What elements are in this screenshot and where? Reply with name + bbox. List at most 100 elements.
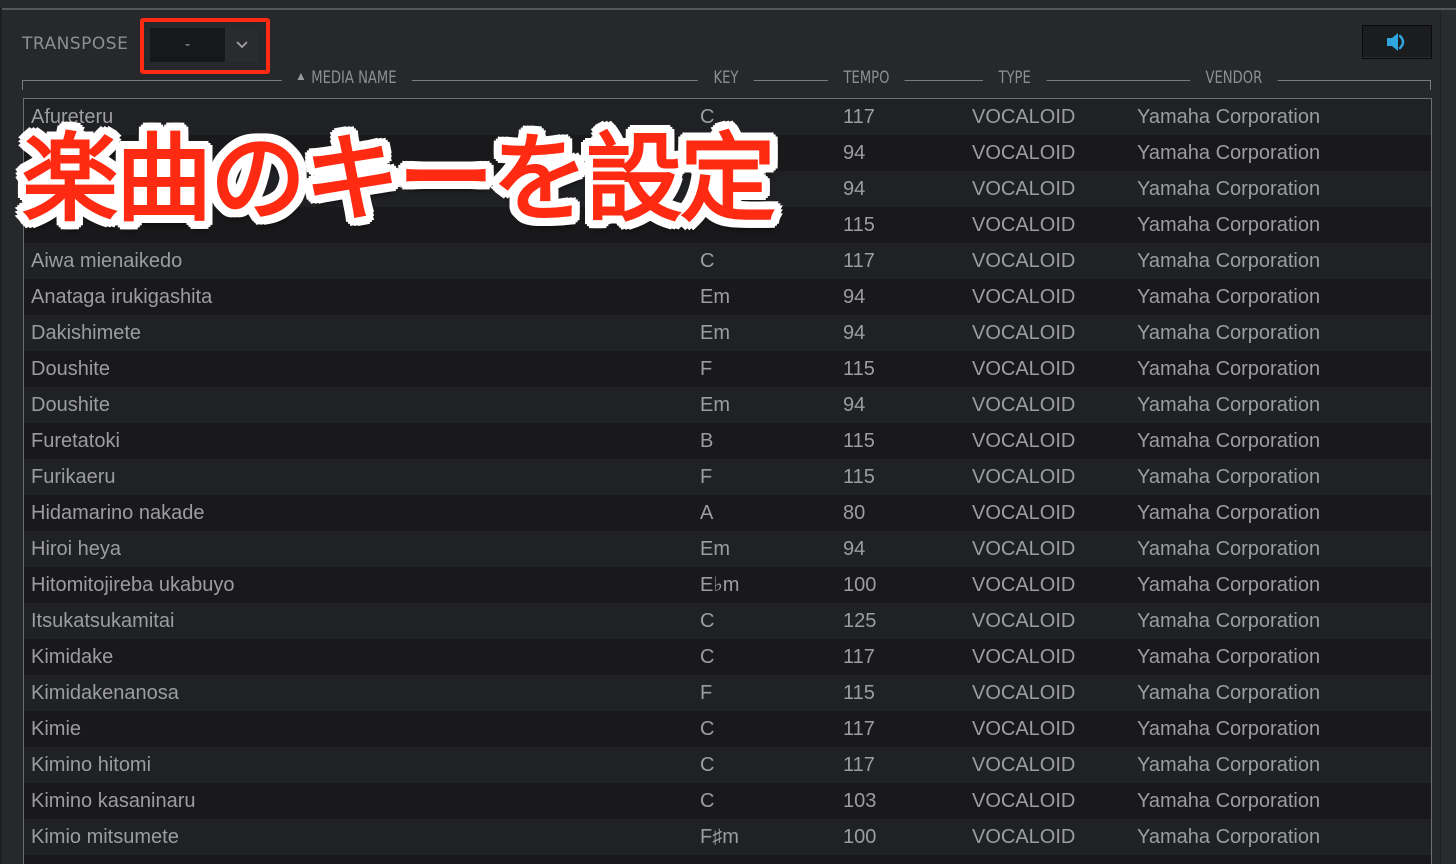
cell-vendor: Yamaha Corporation (1137, 430, 1321, 452)
table-row[interactable]: Dakishimete Em 94 VOCALOID Yamaha Corporatio… (24, 315, 1431, 351)
media-table: Afureteru C 117 VOCALOID Yamaha Corporation 9… (23, 98, 1432, 864)
cell-type: VOCALOID (972, 574, 1076, 596)
cell-tempo: 115 (843, 430, 875, 452)
table-row[interactable]: Hidamarino nakade A 80 VOCALOID Yamaha Corpo… (24, 495, 1431, 531)
cell-name: Hidamarino nakade (31, 502, 205, 524)
cell-key: F (700, 358, 713, 380)
table-row[interactable]: Afureteru C 117 VOCALOID Yamaha Corporation (24, 99, 1431, 135)
cell-vendor: Yamaha Corporation (1137, 502, 1321, 524)
column-header-key[interactable]: KEY (698, 66, 754, 90)
cell-tempo: 115 (843, 682, 875, 704)
cell-type: VOCALOID (972, 646, 1076, 668)
cell-name: Furikaeru (31, 466, 116, 488)
cell-tempo: 100 (843, 826, 877, 848)
cell-name: Kimie (31, 718, 82, 740)
table-row[interactable]: Kimie C 117 VOCALOID Yamaha Corporation (24, 711, 1431, 747)
cell-name: Kimio mitsumete (31, 826, 179, 848)
cell-key: E (700, 178, 714, 200)
cell-key: Em (700, 394, 730, 416)
table-row[interactable]: 94 VOCALOID Yamaha Corporation (24, 135, 1431, 171)
cell-name: Hitomitojireba ukabuyo (31, 574, 235, 596)
cell-tempo: 103 (843, 790, 877, 812)
column-header-vendor-label: VENDOR (1205, 68, 1263, 88)
cell-tempo: 117 (843, 718, 875, 740)
cell-name: Kimidake (31, 646, 114, 668)
table-row[interactable]: Doushite Em 94 VOCALOID Yamaha Corporation (24, 387, 1431, 423)
table-row[interactable]: Furetatoki B 115 VOCALOID Yamaha Corporation (24, 423, 1431, 459)
cell-tempo: 100 (843, 574, 877, 596)
transpose-label: TRANSPOSE (22, 34, 129, 54)
cell-key: Em (700, 538, 730, 560)
column-header-type[interactable]: TYPE (983, 66, 1047, 90)
cell-tempo: 94 (843, 394, 866, 416)
cell-tempo: 117 (843, 250, 875, 272)
table-row[interactable]: Aiwa mienaikedo C 117 VOCALOID Yamaha Corpor… (24, 243, 1431, 279)
cell-key: C (700, 250, 715, 272)
table-row[interactable]: E 94 VOCALOID Yamaha Corporation (24, 171, 1431, 207)
cell-type: VOCALOID (972, 790, 1076, 812)
cell-key: A (700, 502, 714, 524)
cell-vendor: Yamaha Corporation (1137, 790, 1321, 812)
cell-vendor: Yamaha Corporation (1137, 682, 1321, 704)
cell-key: E♭m (700, 574, 740, 596)
cell-key: C (700, 646, 715, 668)
cell-tempo: 125 (843, 610, 877, 632)
cell-type: VOCALOID (972, 718, 1076, 740)
table-row[interactable] (24, 855, 1431, 864)
cell-vendor: Yamaha Corporation (1137, 250, 1321, 272)
cell-vendor: Yamaha Corporation (1137, 826, 1321, 848)
cell-vendor: Yamaha Corporation (1137, 214, 1321, 236)
panel-right-edge (1440, 10, 1456, 864)
panel-top-border (0, 8, 1456, 10)
cell-vendor: Yamaha Corporation (1137, 358, 1321, 380)
cell-vendor: Yamaha Corporation (1137, 178, 1321, 200)
cell-name: Doushite (31, 358, 110, 380)
table-row[interactable]: Kimidake C 117 VOCALOID Yamaha Corporation (24, 639, 1431, 675)
table-row[interactable]: Hitomitojireba ukabuyo E♭m 100 VOCALOID Yama… (24, 567, 1431, 603)
cell-vendor: Yamaha Corporation (1137, 466, 1321, 488)
cell-name: Hiroi heya (31, 538, 122, 560)
cell-type: VOCALOID (972, 538, 1076, 560)
column-header-vendor[interactable]: VENDOR (1190, 66, 1278, 90)
cell-name: Kimino hitomi (31, 754, 152, 776)
cell-tempo: 117 (843, 646, 875, 668)
table-row[interactable]: Furikaeru F 115 VOCALOID Yamaha Corporation (24, 459, 1431, 495)
cell-tempo: 117 (843, 106, 875, 128)
cell-vendor: Yamaha Corporation (1137, 574, 1321, 596)
table-row[interactable]: Kimidakenanosa F 115 VOCALOID Yamaha Corpora… (24, 675, 1431, 711)
cell-type: VOCALOID (972, 358, 1076, 380)
table-row[interactable]: Anataga irukigashita Em 94 VOCALOID Yamaha C… (24, 279, 1431, 315)
cell-tempo: 115 (843, 214, 875, 236)
cell-name: Anataga irukigashita (31, 286, 213, 308)
table-row[interactable]: Itsukatsukamitai C 125 VOCALOID Yamaha Corpo… (24, 603, 1431, 639)
cell-type: VOCALOID (972, 430, 1076, 452)
cell-vendor: Yamaha Corporation (1137, 538, 1321, 560)
cell-name: Itsukatsukamitai (31, 610, 175, 632)
cell-tempo: 80 (843, 502, 866, 524)
cell-name: Aiwa mienaikedo (31, 250, 183, 272)
table-row[interactable]: Hiroi heya Em 94 VOCALOID Yamaha Corporation (24, 531, 1431, 567)
cell-type: VOCALOID (972, 106, 1076, 128)
panel-left-border (0, 8, 2, 864)
cell-key: Em (700, 322, 730, 344)
cell-key: F (700, 466, 713, 488)
cell-tempo: 94 (843, 142, 866, 164)
cell-type: VOCALOID (972, 466, 1076, 488)
table-row[interactable]: Kimio mitsumete F♯m 100 VOCALOID Yamaha Corp… (24, 819, 1431, 855)
transpose-highlight-annotation (140, 18, 270, 74)
sort-ascending-icon (297, 73, 305, 80)
cell-name: Dakishimete (31, 322, 142, 344)
cell-type: VOCALOID (972, 322, 1076, 344)
cell-type: VOCALOID (972, 286, 1076, 308)
cell-vendor: Yamaha Corporation (1137, 322, 1321, 344)
column-header-media-name[interactable]: MEDIA NAME (282, 66, 413, 90)
preview-sound-button[interactable] (1362, 25, 1432, 59)
cell-vendor: Yamaha Corporation (1137, 286, 1321, 308)
cell-tempo: 115 (843, 466, 875, 488)
table-row[interactable]: 115 VOCALOID Yamaha Corporation (24, 207, 1431, 243)
column-header-tempo[interactable]: TEMPO (828, 66, 905, 90)
table-row[interactable]: Kimino kasaninaru C 103 VOCALOID Yamaha Corp… (24, 783, 1431, 819)
table-row[interactable]: Doushite F 115 VOCALOID Yamaha Corporation (24, 351, 1431, 387)
cell-type: VOCALOID (972, 250, 1076, 272)
table-row[interactable]: Kimino hitomi C 117 VOCALOID Yamaha Corporat… (24, 747, 1431, 783)
